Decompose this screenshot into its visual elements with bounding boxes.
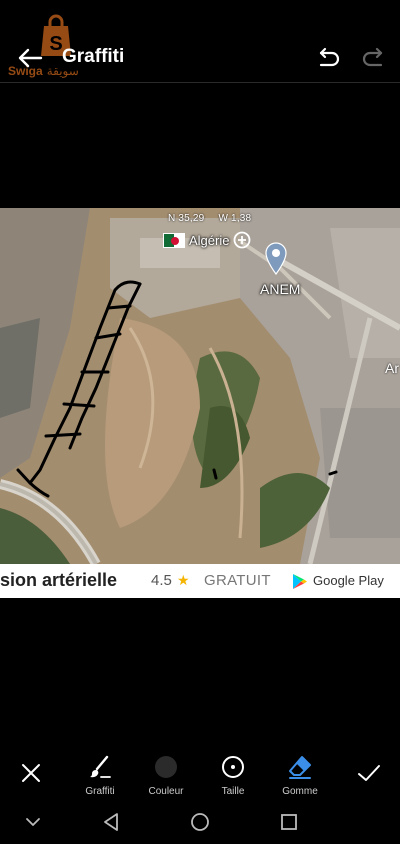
back-button[interactable]	[14, 42, 46, 74]
edit-toolbar: Graffiti Couleur Taille Gomme	[0, 740, 400, 800]
country-label: Algérie	[163, 231, 251, 249]
ad-title: sion artérielle	[0, 570, 118, 590]
tool-color-label: Couleur	[148, 786, 184, 797]
nav-home-button[interactable]	[188, 810, 212, 834]
tool-graffiti-label: Graffiti	[85, 786, 115, 797]
circle-home-icon	[191, 813, 209, 831]
coordinate-readout: N 35,29 W 1,38	[168, 213, 265, 224]
triangle-back-icon	[104, 813, 118, 831]
chevron-down-icon	[26, 818, 40, 826]
nav-hide-button[interactable]	[21, 810, 45, 834]
add-circle-icon	[234, 231, 251, 249]
arrow-left-icon	[18, 48, 43, 68]
ad-rating: 4.5	[151, 572, 172, 589]
color-swatch	[155, 756, 177, 778]
star-icon: ★	[177, 572, 190, 588]
svg-text:S: S	[49, 33, 62, 55]
tool-size-label: Taille	[221, 786, 245, 797]
algeria-flag-icon	[163, 232, 185, 248]
tool-graffiti[interactable]: Graffiti	[70, 740, 130, 797]
top-bar: S Swiga سويقة Graffiti	[0, 0, 400, 84]
store-name: Google Play	[313, 573, 384, 588]
edge-place-label: Ar	[385, 360, 399, 376]
map-pin-icon	[265, 242, 287, 275]
system-nav-bar	[0, 800, 400, 844]
redo-button[interactable]	[358, 44, 388, 72]
google-play-icon	[293, 574, 307, 589]
confirm-button[interactable]	[354, 758, 384, 788]
tool-color[interactable]: Couleur	[136, 740, 196, 797]
ad-banner[interactable]: sion artérielle 4.5 ★ GRATUIT Google Pla…	[0, 564, 400, 598]
page-title: Graffiti	[62, 46, 125, 67]
header-divider	[0, 82, 400, 83]
tool-eraser[interactable]: Gomme	[270, 740, 330, 797]
satellite-map-image	[0, 208, 400, 564]
country-name: Algérie	[189, 232, 230, 248]
place-label: ANEM	[260, 281, 301, 297]
longitude-text: W 1,38	[218, 213, 252, 224]
nav-recent-button[interactable]	[277, 810, 301, 834]
square-recent-icon	[281, 814, 297, 830]
circle-dot-icon	[222, 756, 244, 778]
tool-size[interactable]: Taille	[203, 740, 263, 797]
latitude-text: N 35,29	[168, 213, 205, 224]
undo-icon	[319, 47, 340, 67]
nav-back-button[interactable]	[99, 810, 123, 834]
brush-icon	[90, 755, 111, 778]
undo-button[interactable]	[314, 44, 344, 72]
tool-eraser-label: Gomme	[282, 786, 318, 797]
drawing-canvas[interactable]	[0, 208, 400, 564]
eraser-icon	[289, 756, 311, 779]
ad-price: GRATUIT	[204, 572, 271, 589]
check-icon	[358, 765, 380, 781]
redo-icon	[362, 47, 383, 67]
